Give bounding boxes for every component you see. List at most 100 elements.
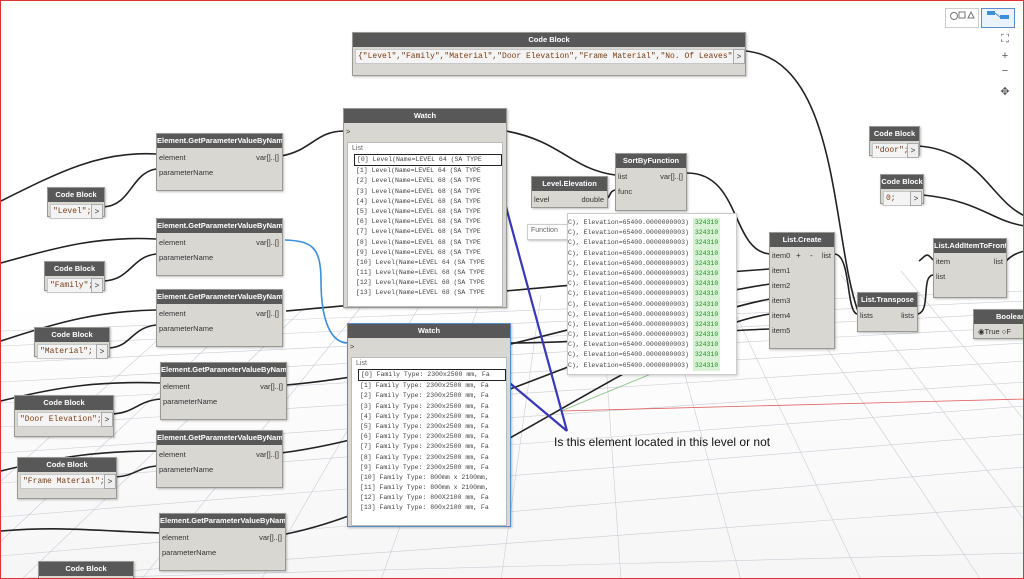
input-port-parametername[interactable]: parameterName bbox=[159, 465, 213, 474]
remove-input-button[interactable]: - bbox=[810, 251, 813, 260]
input-port-element[interactable]: element bbox=[159, 153, 186, 162]
list-item[interactable]: [12] Family Type: 800X2100 mm, Fa bbox=[352, 493, 506, 503]
list-item[interactable]: [10] Level(Name=LEVEL 64 (SA TYPE bbox=[348, 258, 502, 268]
level-elevation-node[interactable]: Level.Elevation level double bbox=[531, 176, 608, 208]
input-port-parametername[interactable]: parameterName bbox=[159, 324, 213, 333]
input-port-item3[interactable]: item3 bbox=[772, 296, 790, 305]
input-port-item0[interactable]: item0 bbox=[772, 251, 790, 260]
list-item[interactable]: [7] Family Type: 2300x2500 mm, Fa bbox=[352, 442, 506, 452]
boolean-node[interactable]: Boolean ◉True ○F bbox=[973, 309, 1023, 339]
list-item[interactable]: [11] Family Type: 800mm x 2100mm, bbox=[352, 483, 506, 493]
list-item[interactable]: [3] Family Type: 2300x2500 mm, Fa bbox=[352, 402, 506, 412]
list-item[interactable]: [12] Level(Name=LEVEL 68 (SA TYPE bbox=[348, 278, 502, 288]
input-port-parametername[interactable]: parameterName bbox=[159, 168, 213, 177]
code-input[interactable]: "Door Elevation"; bbox=[17, 412, 104, 427]
list-item[interactable]: [4] Family Type: 2300x2500 mm, Fa bbox=[352, 412, 506, 422]
option-true-label[interactable]: True bbox=[985, 327, 1000, 336]
list-item[interactable]: [4] Level(Name=LEVEL 68 (SA TYPE bbox=[348, 197, 502, 207]
list-item-selected[interactable]: [0] Family Type: 2300x2500 mm, Fa bbox=[358, 369, 506, 382]
add-input-button[interactable]: + bbox=[796, 251, 801, 260]
get-parameter-node-1[interactable]: Element.GetParameterValueByName element … bbox=[156, 133, 283, 191]
list-item-selected[interactable]: [0] Level(Name=LEVEL 64 (SA TYPE bbox=[354, 154, 502, 167]
input-port-parametername[interactable]: parameterName bbox=[159, 253, 213, 262]
input-port-func[interactable]: func bbox=[618, 187, 632, 196]
watch-output-list[interactable]: List [0] Family Type: 2300x2500 mm, Fa [… bbox=[351, 357, 507, 526]
output-port[interactable]: var[]..[] bbox=[260, 382, 283, 391]
geometry-view-icon[interactable] bbox=[945, 8, 979, 28]
input-port-element[interactable]: element bbox=[159, 309, 186, 318]
get-parameter-node-3[interactable]: Element.GetParameterValueByName element … bbox=[156, 289, 283, 347]
code-block-door[interactable]: Code Block "door"; > bbox=[869, 126, 920, 158]
input-port-level[interactable]: level bbox=[534, 195, 549, 204]
output-port[interactable]: lists bbox=[901, 311, 914, 320]
watch-node-2[interactable]: Watch > List [0] Family Type: 2300x2500 … bbox=[347, 323, 511, 527]
option-false-label[interactable]: F bbox=[1006, 327, 1011, 336]
output-port[interactable]: > bbox=[910, 191, 922, 206]
output-port[interactable]: var[]..[] bbox=[660, 172, 683, 181]
list-item[interactable]: [8] Level(Name=LEVEL 68 (SA TYPE bbox=[348, 238, 502, 248]
input-port-list[interactable]: list bbox=[936, 272, 945, 281]
output-port[interactable]: var[]..[] bbox=[256, 238, 279, 247]
pan-icon[interactable]: ✥ bbox=[996, 85, 1014, 99]
list-item[interactable]: [13] Level(Name=LEVEL 68 (SA TYPE bbox=[348, 288, 502, 298]
list-create-node[interactable]: List.Create item0 item1 item2 item3 item… bbox=[769, 232, 835, 349]
get-parameter-node-5[interactable]: Element.GetParameterValueByName element … bbox=[156, 430, 283, 488]
output-port[interactable]: list bbox=[822, 251, 831, 260]
get-parameter-node-2[interactable]: Element.GetParameterValueByName element … bbox=[156, 218, 283, 276]
code-block-bottom[interactable]: Code Block bbox=[38, 561, 134, 578]
input-port-element[interactable]: element bbox=[163, 382, 190, 391]
watch-node-1[interactable]: Watch > List [0] Level(Name=LEVEL 64 (SA… bbox=[343, 108, 507, 308]
output-port[interactable]: double bbox=[581, 195, 604, 204]
get-parameter-node-4[interactable]: Element.GetParameterValueByName element … bbox=[160, 362, 287, 420]
output-port[interactable]: > bbox=[907, 143, 919, 158]
list-item[interactable]: [11] Level(Name=LEVEL 68 (SA TYPE bbox=[348, 268, 502, 278]
input-port-parametername[interactable]: parameterName bbox=[162, 548, 216, 557]
list-item[interactable]: [10] Family Type: 800mm x 2100mm, bbox=[352, 473, 506, 483]
code-block-zero[interactable]: Code Block 0; > bbox=[880, 174, 924, 206]
get-parameter-node-6[interactable]: Element.GetParameterValueByName element … bbox=[159, 513, 286, 571]
output-port[interactable]: > bbox=[101, 412, 113, 427]
input-port-item[interactable]: item bbox=[936, 257, 950, 266]
output-port[interactable]: var[]..[] bbox=[256, 450, 279, 459]
input-port[interactable]: > bbox=[346, 127, 350, 136]
zoom-fit-icon[interactable]: ⛶ bbox=[996, 32, 1014, 46]
sort-by-function-node[interactable]: SortByFunction list func var[]..[] bbox=[615, 153, 687, 211]
graph-canvas[interactable]: Code Block {"Level","Family","Material",… bbox=[0, 0, 1024, 579]
output-port[interactable]: > bbox=[91, 204, 103, 219]
code-block-headers[interactable]: Code Block {"Level","Family","Material",… bbox=[352, 32, 746, 76]
output-port[interactable]: var[]..[] bbox=[259, 533, 282, 542]
list-item[interactable]: [1] Level(Name=LEVEL 64 (SA TYPE bbox=[348, 166, 502, 176]
code-input[interactable]: {"Level","Family","Material","Door Eleva… bbox=[355, 49, 734, 64]
output-port[interactable]: var[]..[] bbox=[256, 309, 279, 318]
list-item[interactable]: [7] Level(Name=LEVEL 68 (SA TYPE bbox=[348, 227, 502, 237]
output-port[interactable]: > bbox=[733, 49, 745, 64]
zoom-out-icon[interactable]: − bbox=[996, 64, 1014, 78]
graph-view-icon[interactable] bbox=[981, 8, 1015, 28]
code-input[interactable]: "Level"; bbox=[50, 204, 92, 219]
input-port-element[interactable]: element bbox=[159, 450, 186, 459]
input-port-parametername[interactable]: parameterName bbox=[163, 397, 217, 406]
input-port-item5[interactable]: item5 bbox=[772, 326, 790, 335]
list-item[interactable]: [9] Level(Name=LEVEL 68 (SA TYPE bbox=[348, 248, 502, 258]
output-port[interactable]: var[]..[] bbox=[256, 153, 279, 162]
code-block-frame-material[interactable]: Code Block "Frame Material"; > bbox=[17, 457, 117, 499]
output-port[interactable]: > bbox=[96, 344, 108, 359]
list-item[interactable]: [5] Family Type: 2300x2500 mm, Fa bbox=[352, 422, 506, 432]
input-port-item1[interactable]: item1 bbox=[772, 266, 790, 275]
input-port-element[interactable]: element bbox=[162, 533, 189, 542]
input-port-element[interactable]: element bbox=[159, 238, 186, 247]
output-port[interactable]: list bbox=[994, 257, 1003, 266]
code-input[interactable]: "door"; bbox=[872, 143, 908, 158]
code-block-door-elevation[interactable]: Code Block "Door Elevation"; > bbox=[14, 395, 114, 437]
input-port-item4[interactable]: item4 bbox=[772, 311, 790, 320]
list-item[interactable]: [3] Level(Name=LEVEL 68 (SA TYPE bbox=[348, 187, 502, 197]
list-item[interactable]: [13] Family Type: 800x2100 mm, Fa bbox=[352, 503, 506, 513]
list-transpose-node[interactable]: List.Transpose lists lists bbox=[857, 292, 918, 332]
code-input[interactable]: "Material"; bbox=[37, 344, 97, 359]
list-item[interactable]: [1] Family Type: 2300x2500 mm, Fa bbox=[352, 381, 506, 391]
input-port-lists[interactable]: lists bbox=[860, 311, 873, 320]
list-add-item-to-front-node[interactable]: List.AddItemToFront item list list bbox=[933, 238, 1007, 298]
code-block-material[interactable]: Code Block "Material"; > bbox=[34, 327, 110, 359]
code-block-family[interactable]: Code Block "Family"; > bbox=[44, 261, 105, 293]
list-item[interactable]: [9] Family Type: 2300x2500 mm, Fa bbox=[352, 463, 506, 473]
